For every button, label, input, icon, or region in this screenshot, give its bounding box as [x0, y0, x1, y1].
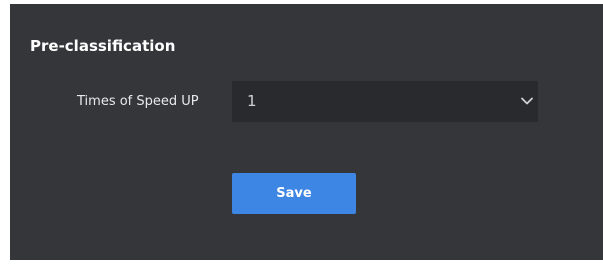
settings-panel: Pre-classification Times of Speed UP 1 S… — [10, 4, 603, 260]
speed-up-select[interactable]: 1 — [232, 81, 538, 122]
section-title: Pre-classification — [30, 37, 176, 55]
chevron-down-icon — [520, 94, 534, 108]
save-button[interactable]: Save — [232, 173, 356, 214]
speed-up-selected-value: 1 — [247, 92, 257, 110]
speed-up-label: Times of Speed UP — [77, 94, 199, 109]
